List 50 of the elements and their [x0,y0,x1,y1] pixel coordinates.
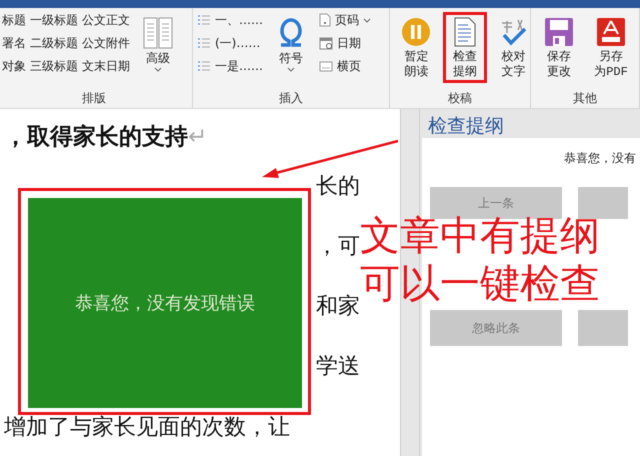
document-icon [454,17,476,47]
columns-icon [143,17,173,49]
paragraph-mark: ↵ [188,124,208,150]
style-option[interactable]: 公文附件 [82,35,130,51]
pane-button[interactable] [578,310,628,346]
style-option[interactable]: 署名 [2,35,26,51]
body-text: ，可 [316,234,360,260]
calendar-icon [319,36,333,50]
body-text: 增加了与家长见面的次数，让 [3,414,291,442]
style-option[interactable]: 标题 [2,12,26,28]
style-option[interactable]: 对象 [2,58,26,74]
ribbon-button[interactable]: 横页 [319,58,371,74]
landscape-page-icon [319,60,333,72]
style-option[interactable]: 一级标题 [30,12,78,28]
style-option[interactable]: 文末日期 [82,58,130,74]
group-label: 校稿 [447,90,473,107]
body-text: 学送 [316,354,360,380]
numbering-option[interactable]: 一、…… [197,12,263,28]
ribbon-button[interactable]: 另存为PDF [587,12,635,83]
group-label: 其他 [572,90,598,107]
pane-title: 检查提纲 [427,114,505,138]
ribbon-button[interactable]: 页码 [319,12,371,28]
numbering-option[interactable]: (一)…… [197,35,263,51]
group-label: 排版 [81,90,107,107]
ribbon-button[interactable]: 高级 [134,12,182,75]
body-text: 和家 [316,294,360,320]
style-option[interactable]: 二级标题 [30,35,78,51]
callout-text: 可以一键检查 [360,260,600,308]
body-text: 长的 [316,174,360,200]
ribbon-button[interactable]: 暂定朗读 [394,12,438,83]
heading-text: ，取得家长的支持 [4,123,188,152]
ribbon-button[interactable]: 符号 [267,12,315,75]
save-icon [544,17,574,47]
numbering-option[interactable]: 一是…… [197,58,263,74]
pdf-icon [596,17,626,47]
popup-message: 恭喜您，没有发现错误 [75,292,255,315]
ribbon-button[interactable]: 保存更改 [535,12,583,83]
ribbon-button[interactable]: 日期 [319,35,371,51]
pause-icon [401,17,432,47]
list-icon [197,14,211,26]
style-option[interactable]: 公文正文 [82,12,130,28]
list-icon [197,60,211,72]
message-text: 恭喜您，没有 [563,150,637,167]
page-icon [319,13,331,27]
style-option[interactable]: 三级标题 [30,58,78,74]
group-label: 插入 [278,90,304,107]
pane-button[interactable] [578,187,628,219]
list-icon [197,37,211,49]
ribbon-button[interactable]: 校对文字 [491,12,536,83]
ribbon-button[interactable]: 检查提纲 [442,12,487,83]
